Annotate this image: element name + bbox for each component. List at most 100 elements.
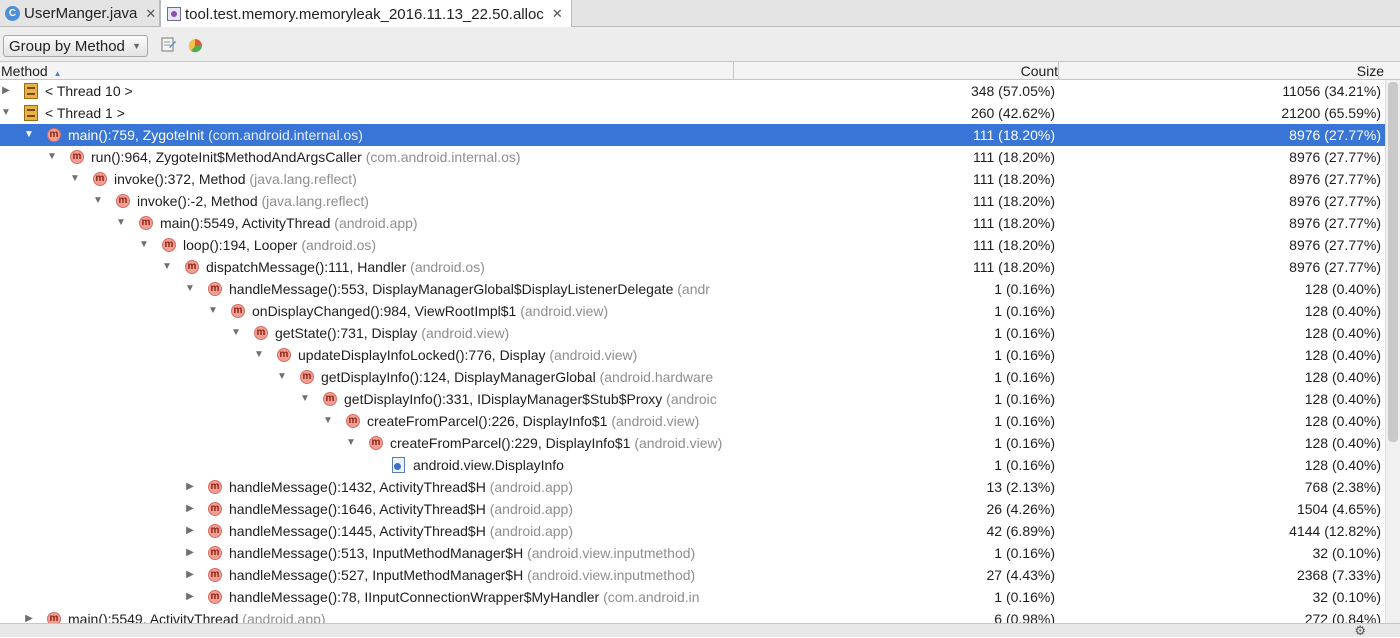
- package-name: (android.app): [489, 501, 573, 517]
- scrollbar-thumb[interactable]: [1388, 82, 1398, 442]
- tree-row[interactable]: ▼ m createFromParcel():229, DisplayInfo$1 …: [0, 432, 1385, 454]
- method-name: handleMessage():1646, ActivityThread$H: [229, 501, 486, 517]
- collapse-arrow-icon[interactable]: ▶: [0, 80, 12, 102]
- tree-row[interactable]: ▼ m onDisplayChanged():984, ViewRootImpl$1…: [0, 300, 1385, 322]
- collapse-arrow-icon[interactable]: ▶: [184, 520, 196, 542]
- tree-row[interactable]: ▼ m handleMessage():553, DisplayManagerGlo…: [0, 278, 1385, 300]
- vertical-scrollbar[interactable]: [1385, 80, 1400, 623]
- tree-row[interactable]: ▼ m main():759, ZygoteInit (com.android.in…: [0, 124, 1385, 146]
- close-icon[interactable]: ✕: [145, 6, 156, 22]
- column-divider[interactable]: [733, 62, 734, 80]
- method-name: run():964, ZygoteInit$MethodAndArgsCalle…: [91, 149, 362, 165]
- tab-alloc-file[interactable]: tool.test.memory.memoryleak_2016.11.13_2…: [160, 0, 572, 28]
- method-cell: ▼ m main():759, ZygoteInit (com.android.in…: [0, 124, 733, 146]
- expand-arrow-icon[interactable]: ▼: [207, 300, 219, 322]
- tree-row[interactable]: ▼ m dispatchMessage():111, Handler (androi…: [0, 256, 1385, 278]
- tree-row[interactable]: ▼ m loop():194, Looper (android.os) 111 (18…: [0, 234, 1385, 256]
- method-name: handleMessage():513, InputMethodManager$…: [229, 545, 524, 561]
- package-name: (android.app): [489, 523, 573, 539]
- expand-arrow-icon[interactable]: ▼: [322, 410, 334, 432]
- gear-icon[interactable]: ⚙: [1354, 624, 1366, 638]
- method-label: handleMessage():78, IInputConnectionWrap…: [229, 586, 700, 608]
- method-cell: ▼ m createFromParcel():226, DisplayInfo$1 …: [0, 410, 733, 432]
- expand-arrow-icon[interactable]: ▼: [69, 168, 81, 190]
- tree-row[interactable]: ▶ m handleMessage():78, IInputConnectionWr…: [0, 586, 1385, 608]
- method-label: invoke():-2, Method (java.lang.reflect): [137, 190, 369, 212]
- expand-arrow-icon[interactable]: ▼: [0, 102, 12, 124]
- collapse-arrow-icon[interactable]: ▶: [184, 542, 196, 564]
- tree-row[interactable]: ▼ m getState():731, Display (android.view)…: [0, 322, 1385, 344]
- column-header-method[interactable]: Method ▲: [1, 62, 62, 80]
- method-name: getDisplayInfo():331, IDisplayManager$St…: [344, 391, 663, 407]
- pie-chart-icon[interactable]: [186, 36, 204, 54]
- method-label: getState():731, Display (android.view): [275, 322, 509, 344]
- group-by-dropdown[interactable]: Group by Method ▼: [3, 35, 148, 57]
- expand-arrow-icon[interactable]: ▼: [138, 234, 150, 256]
- method-label: createFromParcel():226, DisplayInfo$1 (a…: [367, 410, 699, 432]
- expand-arrow-icon[interactable]: ▼: [253, 344, 265, 366]
- method-label: run():964, ZygoteInit$MethodAndArgsCalle…: [91, 146, 521, 168]
- tree-row[interactable]: ▼ < Thread 1 > 260 (42.62%) 21200 (65.59%): [0, 102, 1385, 124]
- tree-row[interactable]: ▶ m handleMessage():1646, ActivityThread$H…: [0, 498, 1385, 520]
- tree-row[interactable]: ▼ m invoke():372, Method (java.lang.reflec…: [0, 168, 1385, 190]
- count-value: 1 (0.16%): [994, 589, 1055, 605]
- method-cell: ▶ m handleMessage():1432, ActivityThread$H…: [0, 476, 733, 498]
- expand-arrow-icon[interactable]: ▼: [46, 146, 58, 168]
- column-header-size[interactable]: Size: [1357, 62, 1384, 80]
- tab-usermanger-java[interactable]: C UserManger.java ✕: [0, 0, 160, 27]
- expand-arrow-icon[interactable]: ▼: [299, 388, 311, 410]
- size-value: 128 (0.40%): [1304, 457, 1381, 473]
- tree-row[interactable]: ▶ m handleMessage():513, InputMethodManage…: [0, 542, 1385, 564]
- expand-arrow-icon[interactable]: ▼: [92, 190, 104, 212]
- thread-icon: [24, 83, 38, 99]
- expand-arrow-icon[interactable]: ▼: [115, 212, 127, 234]
- tree-row[interactable]: ▼ m getDisplayInfo():124, DisplayManagerGl…: [0, 366, 1385, 388]
- method-label: handleMessage():1432, ActivityThread$H (…: [229, 476, 573, 498]
- expand-arrow-icon[interactable]: ▼: [276, 366, 288, 388]
- sort-ascending-icon: ▲: [53, 69, 62, 78]
- method-name: getDisplayInfo():124, DisplayManagerGlob…: [321, 369, 596, 385]
- size-value: 128 (0.40%): [1304, 391, 1381, 407]
- size-value: 128 (0.40%): [1304, 347, 1381, 363]
- size-value: 8976 (27.77%): [1289, 215, 1381, 231]
- tree-row[interactable]: ▶ m handleMessage():1445, ActivityThread$H…: [0, 520, 1385, 542]
- size-value: 32 (0.10%): [1312, 589, 1381, 605]
- package-name: (java.lang.reflect): [261, 193, 369, 209]
- tree-row[interactable]: ▶ m handleMessage():527, InputMethodManage…: [0, 564, 1385, 586]
- expand-arrow-icon[interactable]: ▼: [184, 278, 196, 300]
- collapse-arrow-icon[interactable]: ▶: [184, 586, 196, 608]
- column-header-count[interactable]: Count: [1021, 62, 1058, 80]
- export-icon[interactable]: [160, 36, 178, 54]
- expand-arrow-icon[interactable]: ▼: [230, 322, 242, 344]
- expand-arrow-icon[interactable]: ▼: [345, 432, 357, 454]
- size-value: 4144 (12.82%): [1289, 523, 1381, 539]
- allocation-tree: ▶ < Thread 10 > 348 (57.05%) 11056 (34.21%)…: [0, 80, 1385, 630]
- tree-row[interactable]: ▼ m createFromParcel():226, DisplayInfo$1 …: [0, 410, 1385, 432]
- method-name: createFromParcel():226, DisplayInfo$1: [367, 413, 608, 429]
- method-name: handleMessage():1445, ActivityThread$H: [229, 523, 486, 539]
- tree-row[interactable]: ▼ m getDisplayInfo():331, IDisplayManager$…: [0, 388, 1385, 410]
- method-cell: ▼ < Thread 1 >: [0, 102, 733, 124]
- collapse-arrow-icon[interactable]: ▶: [184, 564, 196, 586]
- method-name: getState():731, Display: [275, 325, 418, 341]
- close-icon[interactable]: ✕: [552, 6, 563, 22]
- editor-tab-bar: C UserManger.java ✕ tool.test.memory.mem…: [0, 0, 1400, 28]
- expand-arrow-icon[interactable]: ▼: [161, 256, 173, 278]
- collapse-arrow-icon[interactable]: ▶: [184, 476, 196, 498]
- collapse-arrow-icon[interactable]: ▶: [184, 498, 196, 520]
- method-cell: ▼ m updateDisplayInfoLocked():776, Display…: [0, 344, 733, 366]
- tree-row[interactable]: ▶ < Thread 10 > 348 (57.05%) 11056 (34.21%): [0, 80, 1385, 102]
- class-file-icon: [392, 457, 405, 473]
- method-icon: m: [231, 304, 245, 318]
- tree-row[interactable]: ▼ m invoke():-2, Method (java.lang.reflect…: [0, 190, 1385, 212]
- expand-arrow-icon[interactable]: ▼: [23, 124, 35, 146]
- method-icon: m: [139, 216, 153, 230]
- tree-row[interactable]: ▼ m updateDisplayInfoLocked():776, Display…: [0, 344, 1385, 366]
- tree-row[interactable]: ▼ m main():5549, ActivityThread (android.a…: [0, 212, 1385, 234]
- method-name: dispatchMessage():111, Handler: [206, 259, 407, 275]
- tree-row[interactable]: ▶ m handleMessage():1432, ActivityThread$H…: [0, 476, 1385, 498]
- method-name: handleMessage():553, DisplayManagerGloba…: [229, 281, 674, 297]
- column-divider[interactable]: [1058, 62, 1059, 80]
- tree-row[interactable]: ▼ m run():964, ZygoteInit$MethodAndArgsCal…: [0, 146, 1385, 168]
- tree-row[interactable]: android.view.DisplayInfo 1 (0.16%) 128 (0.…: [0, 454, 1385, 476]
